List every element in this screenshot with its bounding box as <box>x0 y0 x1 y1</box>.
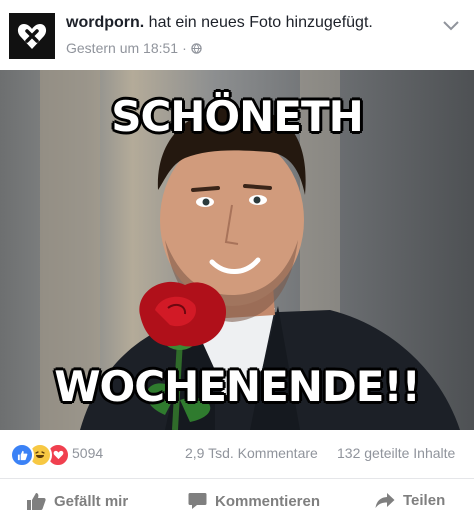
like-button[interactable]: Gefällt mir <box>26 492 128 511</box>
post-actions: Gefällt mir Kommentieren Teilen <box>0 479 474 524</box>
reaction-count[interactable]: 5094 <box>72 445 103 461</box>
post-stats: 5094 2,9 Tsd. Kommentare 132 geteilte In… <box>0 430 474 479</box>
share-arrow-icon <box>375 493 395 508</box>
meta-separator: · <box>182 40 187 56</box>
meme-caption-bottom: WOCHENENDE!! <box>54 362 421 411</box>
share-button[interactable]: Teilen <box>375 492 445 509</box>
page-name-link[interactable]: wordporn. <box>66 14 144 31</box>
share-count[interactable]: 132 geteilte Inhalte <box>337 445 455 461</box>
globe-icon <box>191 42 202 54</box>
meme-caption-top: SCHÖNETH <box>111 92 364 141</box>
page-avatar[interactable] <box>9 13 55 59</box>
post-photo[interactable]: SCHÖNETH WOCHENENDE!! <box>0 70 474 430</box>
comment-label: Kommentieren <box>215 492 321 510</box>
comment-icon <box>188 493 207 509</box>
thumbs-up-icon <box>27 493 46 510</box>
reactions-summary[interactable] <box>10 443 70 467</box>
comment-count[interactable]: 2,9 Tsd. Kommentare <box>185 445 318 461</box>
post-meta: Gestern um 18:51 · <box>66 40 202 56</box>
post-timestamp[interactable]: Gestern um 18:51 <box>66 40 178 56</box>
like-label: Gefällt mir <box>54 493 129 510</box>
post-action-text: hat ein neues Foto hinzugefügt. <box>144 14 373 31</box>
comment-button[interactable]: Kommentieren <box>188 492 320 510</box>
share-label: Teilen <box>403 492 446 509</box>
chevron-down-icon[interactable] <box>442 20 460 32</box>
post-title: wordporn. hat ein neues Foto hinzugefügt… <box>66 14 373 32</box>
heart-x-logo-icon <box>17 24 47 49</box>
like-reaction-icon <box>10 443 34 467</box>
post-header: wordporn. hat ein neues Foto hinzugefügt… <box>0 0 474 70</box>
